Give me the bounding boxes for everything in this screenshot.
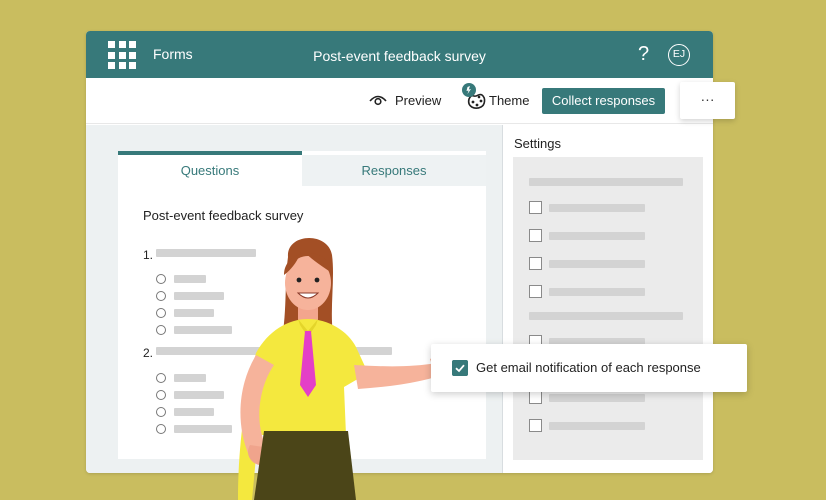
collect-responses-button[interactable]: Collect responses: [542, 88, 665, 114]
checkbox-icon[interactable]: [529, 201, 542, 214]
radio-icon[interactable]: [156, 407, 166, 417]
checkbox-icon[interactable]: [529, 285, 542, 298]
setting-placeholder: [549, 204, 645, 212]
radio-icon[interactable]: [156, 390, 166, 400]
setting-placeholder: [549, 394, 645, 402]
tab-questions[interactable]: Questions: [118, 151, 302, 186]
checkbox-icon[interactable]: [452, 360, 468, 376]
settings-panel: Settings: [502, 125, 713, 473]
eye-icon: [369, 95, 387, 106]
more-options-button[interactable]: ···: [680, 82, 735, 119]
radio-icon[interactable]: [156, 308, 166, 318]
settings-title: Settings: [514, 136, 561, 151]
form-title: Post-event feedback survey: [143, 208, 304, 223]
question-number: 1.: [143, 248, 154, 262]
notification-label: Get email notification of each response: [476, 360, 701, 375]
setting-placeholder: [549, 260, 645, 268]
checkbox-icon[interactable]: [529, 229, 542, 242]
checkbox-icon[interactable]: [529, 257, 542, 270]
setting-placeholder: [549, 422, 645, 430]
question-number: 2.: [143, 346, 154, 360]
radio-icon[interactable]: [156, 291, 166, 301]
tab-responses[interactable]: Responses: [302, 155, 486, 186]
radio-icon[interactable]: [156, 274, 166, 284]
palette-icon[interactable]: [460, 82, 490, 114]
theme-button[interactable]: Theme: [489, 93, 529, 108]
checkbox-icon[interactable]: [529, 391, 542, 404]
radio-icon[interactable]: [156, 373, 166, 383]
settings-card: [513, 157, 703, 460]
checkbox-icon[interactable]: [529, 419, 542, 432]
radio-icon[interactable]: [156, 325, 166, 335]
settings-section-placeholder: [529, 312, 683, 320]
notification-setting-popup[interactable]: Get email notification of each response: [431, 344, 747, 392]
toolbar: Preview Theme Collect responses: [86, 78, 713, 124]
preview-button[interactable]: Preview: [395, 93, 441, 108]
help-icon[interactable]: ?: [638, 43, 649, 66]
setting-placeholder: [549, 288, 645, 296]
presenter-illustration: [238, 237, 445, 500]
title-bar: Forms Post-event feedback survey ? EJ: [86, 31, 713, 78]
document-title: Post-event feedback survey: [313, 48, 486, 64]
setting-placeholder: [549, 232, 645, 240]
avatar[interactable]: EJ: [668, 44, 690, 66]
radio-icon[interactable]: [156, 424, 166, 434]
settings-section-placeholder: [529, 178, 683, 186]
